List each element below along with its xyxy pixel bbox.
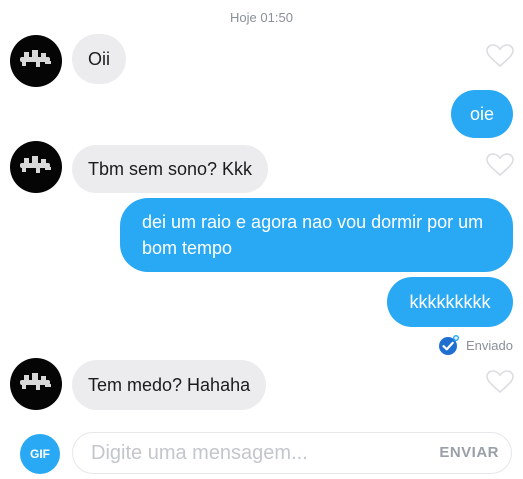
avatar-image — [20, 156, 51, 173]
heart-icon[interactable] — [486, 44, 514, 68]
avatar[interactable] — [10, 35, 62, 87]
message-text: Tem medo? Hahaha — [88, 375, 251, 395]
message-text: Tbm sem sono? Kkk — [88, 159, 253, 179]
sent-status: Enviado — [438, 334, 513, 356]
avatar[interactable] — [10, 358, 62, 410]
send-button[interactable]: ENVIAR — [439, 433, 499, 473]
message-input[interactable]: Digite uma mensagem... ENVIAR — [72, 432, 512, 474]
message-bubble-outgoing[interactable]: kkkkkkkkk — [387, 277, 513, 327]
message-input-placeholder: Digite uma mensagem... — [91, 442, 308, 464]
message-bubble-outgoing[interactable]: oie — [451, 90, 513, 138]
message-bubble-incoming[interactable]: Tbm sem sono? Kkk — [72, 145, 269, 193]
message-text: Oii — [88, 49, 110, 69]
message-composer: GIF Digite uma mensagem... ENVIAR — [0, 424, 523, 479]
message-bubble-incoming[interactable]: Tem medo? Hahaha — [72, 360, 267, 410]
avatar-image — [20, 373, 51, 390]
heart-icon[interactable] — [486, 370, 514, 394]
message-text: oie — [469, 104, 495, 124]
gif-label: GIF — [30, 447, 50, 461]
message-bubble-outgoing[interactable]: dei um raio e agora nao vou dormir por u… — [120, 198, 513, 272]
gif-button[interactable]: GIF — [20, 434, 60, 474]
heart-icon[interactable] — [486, 153, 514, 177]
avatar-image — [20, 50, 51, 67]
chat-screen: Hoje 01:50 Oii oie Tbm sem sono? Kkk dei… — [0, 0, 523, 479]
chat-timestamp: Hoje 01:50 — [230, 10, 293, 25]
check-badge-icon — [439, 335, 460, 355]
avatar[interactable] — [10, 141, 62, 193]
message-bubble-incoming[interactable]: Oii — [72, 34, 126, 84]
message-text: dei um raio e agora nao vou dormir por u… — [142, 212, 484, 258]
message-text: kkkkkkkkk — [409, 292, 491, 312]
sent-label: Enviado — [466, 337, 513, 353]
